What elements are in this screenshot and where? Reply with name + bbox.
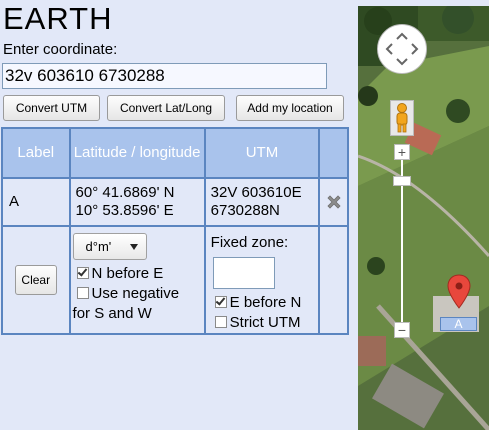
e-before-n-checkbox[interactable] <box>214 296 227 309</box>
delete-x-icon[interactable] <box>324 192 344 212</box>
format-select-value: d°m' <box>85 239 112 254</box>
strict-utm-checkbox[interactable] <box>214 316 227 329</box>
row-longitude: 10° 53.8596' E <box>75 202 174 219</box>
use-negative-label: Use negative <box>91 285 180 302</box>
header-latlong: Latitude / longitude <box>68 127 206 179</box>
header-actions <box>318 127 349 179</box>
table-row: A 60° 41.6869' N 10° 53.8596' E 32V 6036… <box>1 177 349 227</box>
e-before-n-label: E before N <box>229 294 302 311</box>
clear-button[interactable]: Clear <box>14 265 57 295</box>
use-negative-option[interactable]: Use negative <box>73 284 204 304</box>
coordinate-input[interactable] <box>2 63 327 89</box>
options-row: Clear d°m' N before E Use negative for S… <box>1 225 349 335</box>
street-view-control[interactable] <box>390 100 414 136</box>
coordinate-prompt: Enter coordinate: <box>3 41 118 58</box>
row-label: A <box>1 177 71 227</box>
zoom-in-button[interactable]: + <box>394 144 410 160</box>
add-my-location-button[interactable]: Add my location <box>236 95 344 121</box>
zoom-out-button[interactable]: − <box>394 322 410 338</box>
map-view[interactable]: + − A <box>358 6 489 430</box>
pan-control[interactable] <box>377 24 427 74</box>
strict-utm-option[interactable]: Strict UTM <box>211 313 319 333</box>
page-title: EARTH <box>3 1 113 36</box>
n-before-e-checkbox[interactable] <box>76 267 89 280</box>
format-select[interactable]: d°m' <box>72 233 147 260</box>
clear-cell: Clear <box>1 225 71 335</box>
header-label: Label <box>1 127 71 179</box>
row-latitude: 60° 41.6869' N <box>75 184 175 201</box>
convert-latlong-button[interactable]: Convert Lat/Long <box>107 95 225 121</box>
utm-options: Fixed zone: E before N Strict UTM <box>203 225 321 335</box>
pegman-icon[interactable] <box>391 101 413 135</box>
n-before-e-option[interactable]: N before E <box>73 264 204 284</box>
format-options: d°m' N before E Use negative for S and W <box>68 225 206 335</box>
n-before-e-label: N before E <box>91 265 164 282</box>
convert-utm-button[interactable]: Convert UTM <box>3 95 100 121</box>
use-negative-checkbox[interactable] <box>76 287 89 300</box>
e-before-n-option[interactable]: E before N <box>211 293 319 313</box>
header-utm: UTM <box>203 127 321 179</box>
row-delete-cell[interactable] <box>318 177 349 227</box>
row-latlong: 60° 41.6869' N 10° 53.8596' E <box>68 177 206 227</box>
fixed-zone-label: Fixed zone: <box>210 234 289 251</box>
pan-control-icon[interactable] <box>378 25 426 73</box>
map-marker-label: A <box>440 317 477 331</box>
results-table: Label Latitude / longitude UTM A 60° 41.… <box>1 127 349 335</box>
row-utm: 32V 603610E 6730288N <box>203 177 321 227</box>
chevron-down-icon <box>129 244 138 250</box>
options-empty-cell <box>318 225 349 335</box>
zoom-slider-handle[interactable] <box>393 176 411 186</box>
map-marker-icon[interactable] <box>447 274 471 310</box>
row-utm-northing: 6730288N <box>210 202 280 219</box>
strict-utm-label: Strict UTM <box>229 314 301 331</box>
fixed-zone-input[interactable] <box>212 257 275 289</box>
use-negative-label-2: for S and W <box>72 305 152 322</box>
row-utm-easting: 32V 603610E <box>210 184 302 201</box>
